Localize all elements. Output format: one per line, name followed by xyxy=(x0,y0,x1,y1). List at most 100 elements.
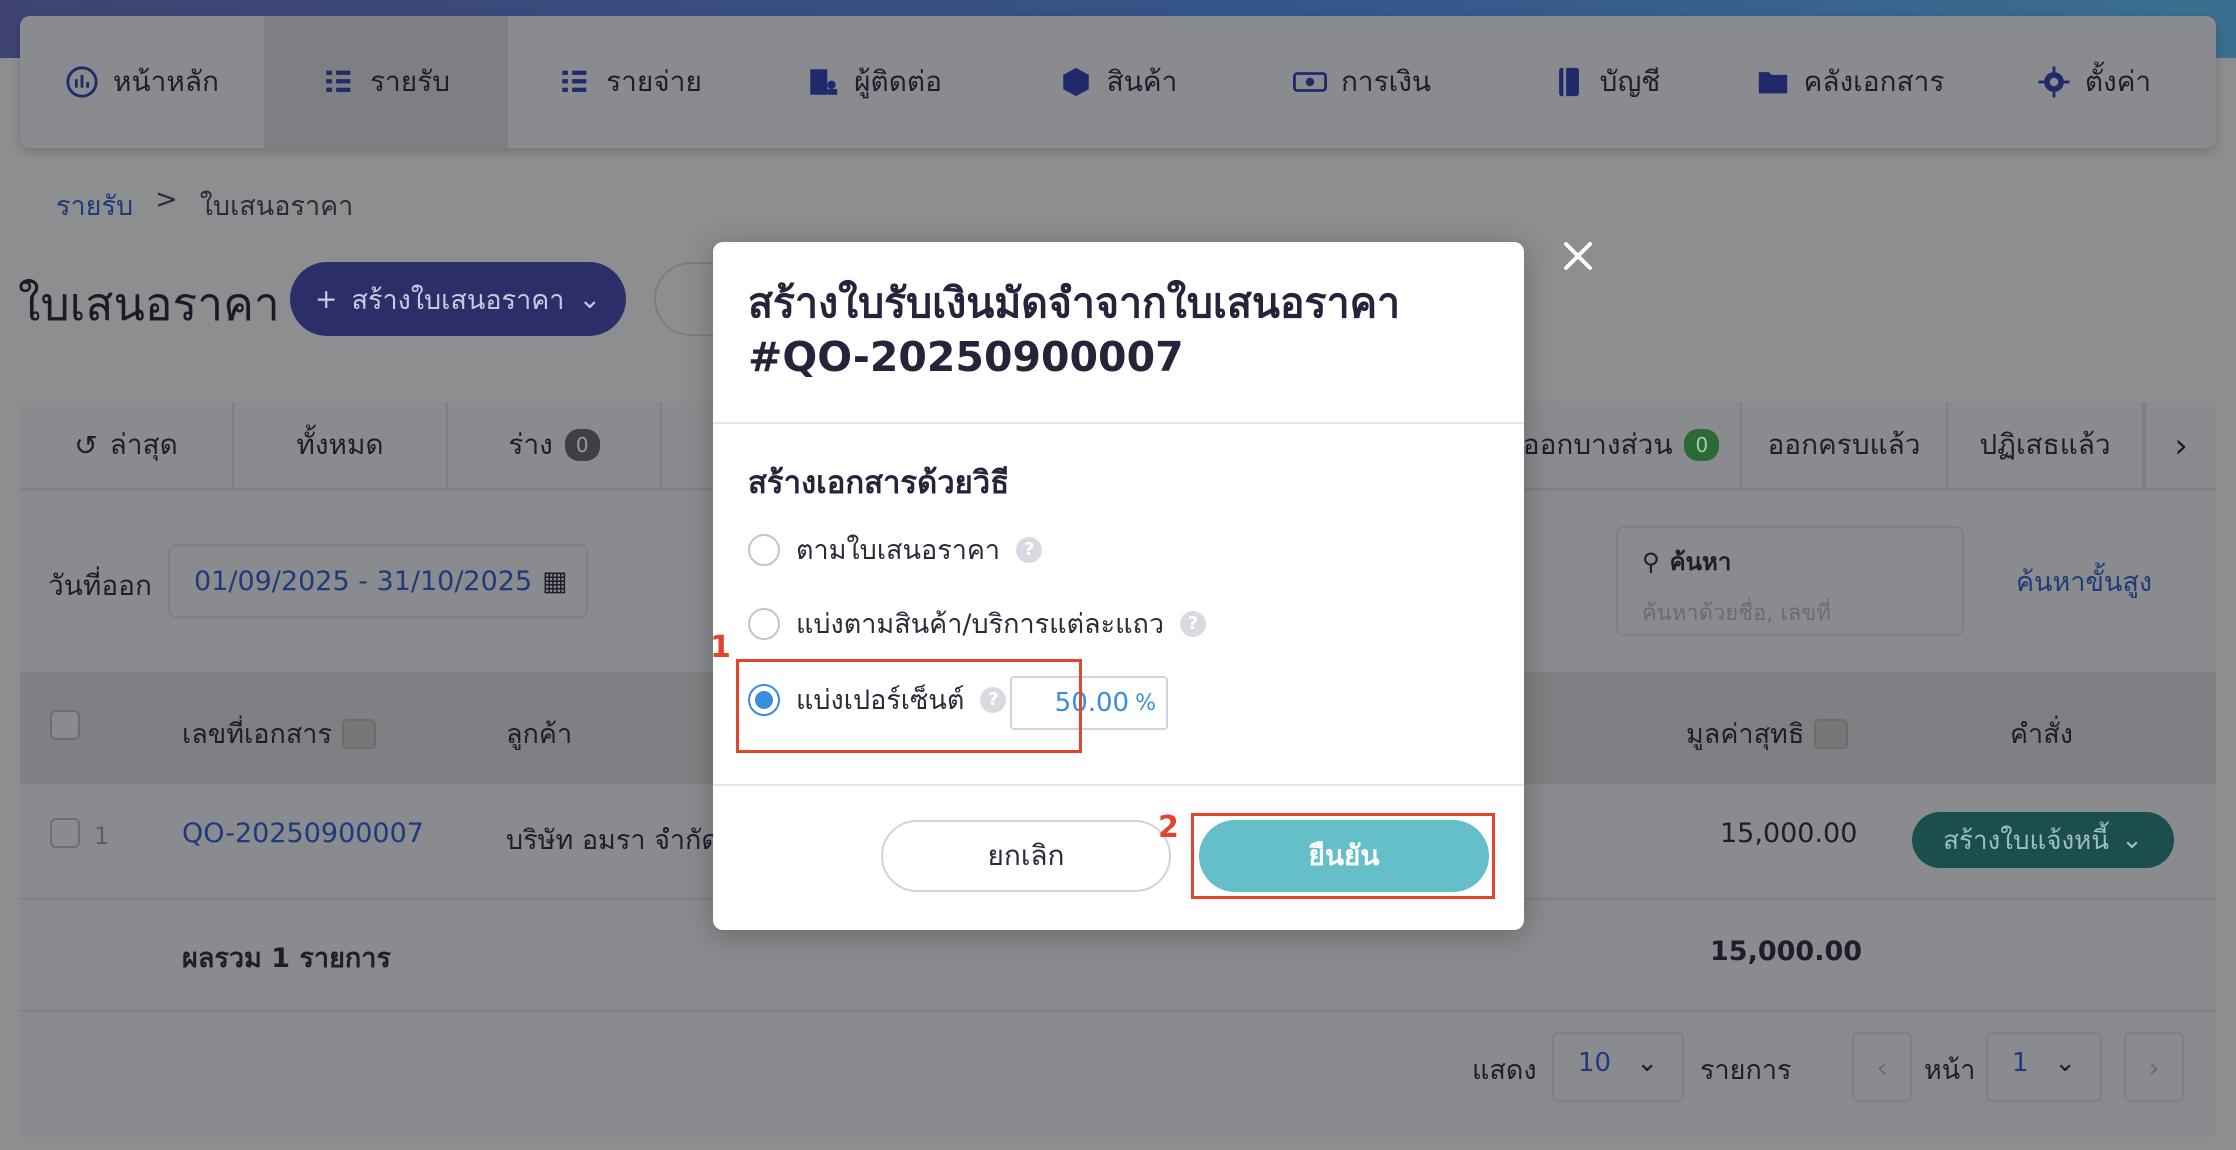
pagination: แสดง 10 ⌄ รายการ ‹ หน้า 1 ⌄ › xyxy=(20,1012,2216,1138)
help-icon[interactable]: ? xyxy=(1016,536,1043,563)
create-invoice-label: สร้างใบแจ้งหนี้ xyxy=(1943,825,2110,856)
method-label: สร้างเอกสารด้วยวิธี xyxy=(748,465,1010,501)
search-placeholder: ค้นหาด้วยชื่อ, เลขที่ xyxy=(1642,601,1831,626)
nav-item-contacts[interactable]: ผู้ติดต่อ xyxy=(752,16,996,148)
page-title: ใบเสนอราคา xyxy=(18,277,280,331)
dashboard-icon xyxy=(66,66,98,98)
row-index: 1 xyxy=(94,822,110,850)
column-net[interactable]: มูลค่าสุทธิ xyxy=(1686,712,1849,755)
box-icon xyxy=(1062,67,1089,97)
breadcrumb-parent[interactable]: รายรับ xyxy=(56,184,133,227)
select-all-checkbox[interactable] xyxy=(50,710,80,740)
option-label: แบ่งตามสินค้า/บริการแต่ละแถว xyxy=(796,609,1165,640)
customer-name: บริษัท อมรา จำกัด xyxy=(506,825,719,856)
cancel-button[interactable]: ยกเลิก xyxy=(881,820,1171,892)
close-icon[interactable] xyxy=(1558,236,1598,276)
footer-total: 15,000.00 xyxy=(1710,936,1863,967)
history-icon: ↺ xyxy=(74,428,98,462)
tab-fully-issued[interactable]: ออกครบแล้ว xyxy=(1742,402,1948,488)
divider xyxy=(713,422,1524,424)
nav-item-label: การเงิน xyxy=(1340,65,1432,98)
radio-button[interactable] xyxy=(748,607,780,640)
nav-item-settings[interactable]: ตั้งค่า xyxy=(1972,16,2216,148)
option-label: ตามใบเสนอราคา xyxy=(796,535,1001,566)
modal-title: สร้างใบรับเงินมัดจำจากใบเสนอราคา #QO-202… xyxy=(748,279,1401,381)
divider xyxy=(713,784,1524,786)
create-quotation-button[interactable]: + สร้างใบเสนอราคา ⌄ xyxy=(290,262,626,336)
nav-item-label: ตั้งค่า xyxy=(2084,65,2152,98)
tab-rejected[interactable]: ปฏิเสธแล้ว xyxy=(1948,402,2144,488)
nav-item-home[interactable]: หน้าหลัก xyxy=(20,16,264,148)
page-label: หน้า xyxy=(1924,1055,1976,1086)
per-page-select[interactable]: 10 ⌄ xyxy=(1552,1032,1684,1102)
nav-item-products[interactable]: สินค้า xyxy=(996,16,1240,148)
highlight-box-confirm xyxy=(1191,813,1495,899)
nav-item-income[interactable]: รายรับ xyxy=(264,16,508,148)
next-page-icon[interactable]: › xyxy=(2124,1032,2184,1102)
prev-page-icon[interactable]: ‹ xyxy=(1852,1032,1912,1102)
date-label: วันที่ออก xyxy=(48,569,152,602)
nav-item-label: ผู้ติดต่อ xyxy=(854,65,942,98)
tab-label: ออกครบแล้ว xyxy=(1767,428,1921,461)
footer-label: ผลรวม 1 รายการ xyxy=(182,943,391,974)
tab-label: ออกบางส่วน xyxy=(1522,428,1673,461)
search-input[interactable]: ⚲ ค้นหา ค้นหาด้วยชื่อ, เลขที่ xyxy=(1616,526,1964,636)
nav-item-label: สินค้า xyxy=(1106,65,1178,98)
search-label: ค้นหา xyxy=(1669,548,1732,576)
column-doc-no[interactable]: เลขที่เอกสาร xyxy=(182,712,376,755)
create-invoice-button[interactable]: สร้างใบแจ้งหนี้ ⌄ xyxy=(1912,812,2174,868)
calendar-icon: ▦ xyxy=(542,565,568,597)
nav-item-documents[interactable]: คลังเอกสาร xyxy=(1728,16,1972,148)
column-action: คำสั่ง xyxy=(2010,712,2073,755)
search-icon: ⚲ xyxy=(1642,547,1660,576)
folder-icon xyxy=(1758,72,1787,94)
tab-label: ทั้งหมด xyxy=(296,428,384,461)
column-label: คำสั่ง xyxy=(2010,719,2073,750)
tab-all[interactable]: ทั้งหมด xyxy=(234,402,448,488)
tab-label: ร่าง xyxy=(508,428,553,461)
per-page-value: 10 xyxy=(1578,1048,1612,1078)
tab-count-badge: 0 xyxy=(564,429,600,461)
expense-icon xyxy=(562,70,587,92)
percent-unit: % xyxy=(1135,690,1156,716)
tab-draft[interactable]: ร่าง 0 xyxy=(448,402,662,488)
radio-button[interactable] xyxy=(748,533,780,566)
tab-latest[interactable]: ↺ ล่าสุด xyxy=(20,402,234,488)
chevron-down-icon: ⌄ xyxy=(578,283,602,315)
breadcrumb: รายรับ > ใบเสนอราคา xyxy=(56,184,353,227)
option-by-quotation[interactable]: ตามใบเสนอราคา ? xyxy=(748,528,1043,571)
nav-item-expense[interactable]: รายจ่าย xyxy=(508,16,752,148)
breadcrumb-current: ใบเสนอราคา xyxy=(199,191,354,222)
plus-icon: + xyxy=(314,283,338,315)
nav-item-label: บัญชี xyxy=(1599,65,1661,98)
nav-item-label: รายจ่าย xyxy=(606,65,702,98)
annotation-number: 2 xyxy=(1158,810,1179,845)
highlight-box-percent xyxy=(736,659,1082,753)
net-value: 15,000.00 xyxy=(1720,818,1858,849)
sort-icon[interactable] xyxy=(341,718,376,749)
tab-label: ล่าสุด xyxy=(109,428,178,461)
chevron-down-icon: ⌄ xyxy=(2121,825,2143,855)
page-select[interactable]: 1 ⌄ xyxy=(1986,1032,2102,1102)
nav-item-accounting[interactable]: บัญชี xyxy=(1484,16,1728,148)
doc-no-link[interactable]: QO-20250900007 xyxy=(182,818,424,849)
help-icon[interactable]: ? xyxy=(1180,610,1207,637)
sort-icon[interactable] xyxy=(1814,718,1849,749)
tabs-scroll-right-icon[interactable]: › xyxy=(2144,402,2216,490)
column-label: ลูกค้า xyxy=(506,719,573,750)
tab-count-badge: 0 xyxy=(1684,429,1720,461)
date-range-input[interactable]: 01/09/2025 - 31/10/2025 ▦ xyxy=(168,544,588,618)
main-navbar: หน้าหลัก รายรับ รายจ่าย ผู้ติดต่อ สินค้า… xyxy=(20,16,2216,148)
date-range-value: 01/09/2025 - 31/10/2025 xyxy=(194,565,533,597)
income-icon xyxy=(326,70,351,92)
nav-item-finance[interactable]: การเงิน xyxy=(1240,16,1484,148)
show-label: แสดง xyxy=(1472,1055,1537,1086)
breadcrumb-separator: > xyxy=(155,184,178,215)
money-icon xyxy=(1292,72,1327,92)
advanced-search-link[interactable]: ค้นหาขั้นสูง xyxy=(2016,560,2152,603)
items-label: รายการ xyxy=(1700,1055,1792,1086)
column-label: มูลค่าสุทธิ xyxy=(1686,719,1805,750)
tab-partial[interactable]: ออกบางส่วน 0 xyxy=(1500,402,1742,488)
option-by-line-item[interactable]: แบ่งตามสินค้า/บริการแต่ละแถว ? xyxy=(748,602,1207,645)
row-checkbox[interactable] xyxy=(50,818,80,848)
